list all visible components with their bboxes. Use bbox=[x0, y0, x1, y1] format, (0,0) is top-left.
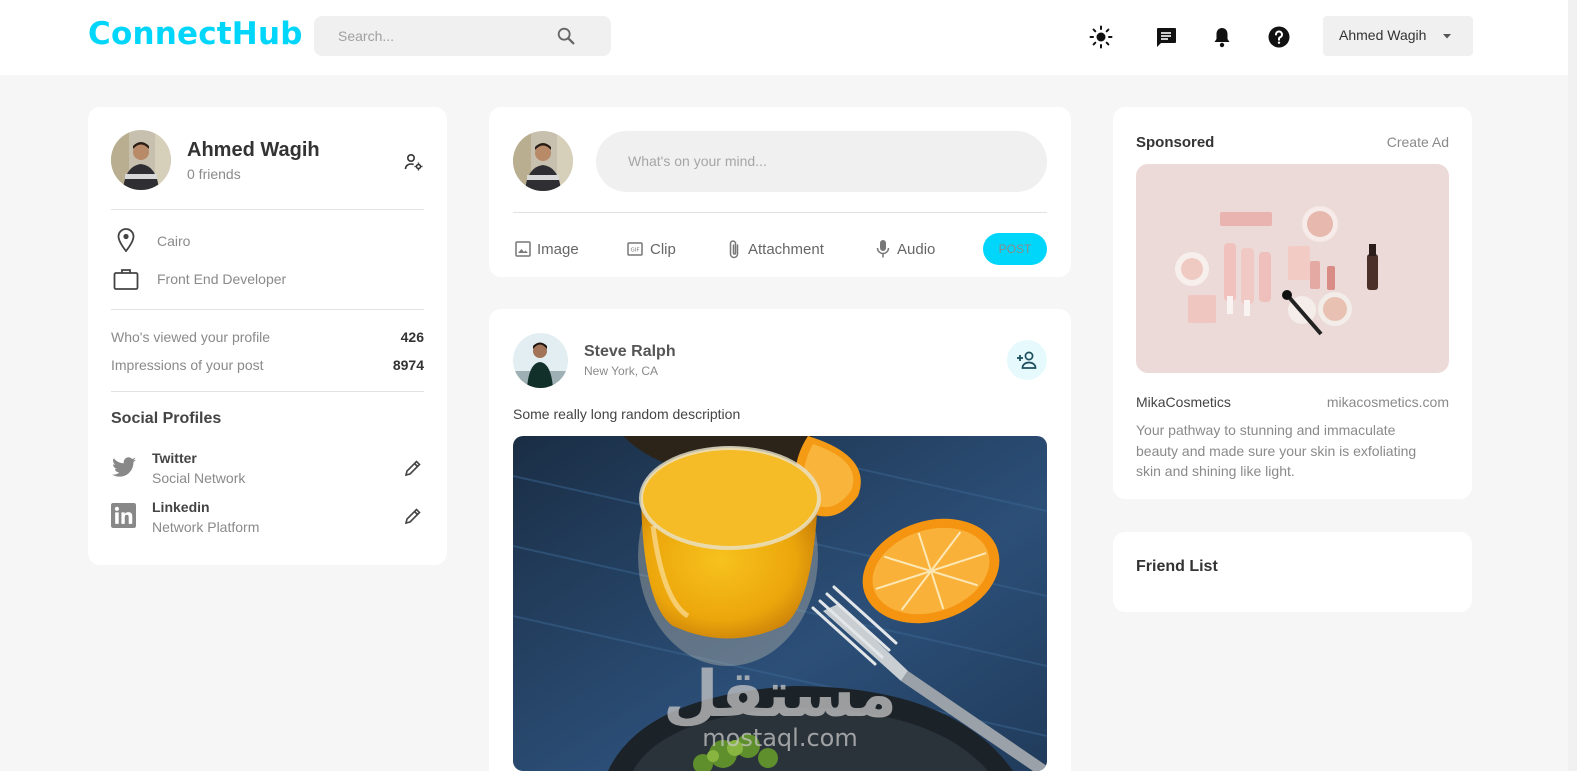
add-clip-button[interactable]: GIF Clip bbox=[626, 237, 686, 261]
divider bbox=[111, 391, 424, 392]
twitter-icon bbox=[112, 457, 136, 477]
microphone-icon bbox=[876, 240, 890, 258]
divider bbox=[111, 309, 424, 310]
manage-account-icon[interactable] bbox=[404, 152, 424, 172]
post-author-avatar[interactable] bbox=[513, 333, 568, 388]
divider bbox=[513, 212, 1047, 213]
search-input[interactable] bbox=[314, 16, 554, 56]
post-composer-card: What's on your mind... Image GIF Clip At… bbox=[489, 107, 1071, 277]
app-logo[interactable]: ConnectHub bbox=[88, 16, 303, 52]
composer-placeholder: What's on your mind... bbox=[628, 153, 767, 169]
profile-occupation: Front End Developer bbox=[157, 271, 287, 287]
social-linkedin-name[interactable]: Linkedin bbox=[152, 499, 210, 515]
feed-post-card: Steve Ralph New York, CA Some really lon… bbox=[489, 309, 1071, 771]
image-label: Image bbox=[537, 241, 579, 258]
user-menu-name: Ahmed Wagih bbox=[1339, 27, 1427, 43]
sponsored-title: Sponsored bbox=[1136, 134, 1215, 151]
profile-avatar[interactable] bbox=[111, 130, 171, 190]
help-icon[interactable] bbox=[1267, 25, 1291, 49]
audio-label: Audio bbox=[897, 241, 936, 258]
add-friend-button[interactable] bbox=[1007, 340, 1047, 380]
attachment-label: Attachment bbox=[748, 241, 824, 258]
watermark-url-text: mostaql.com bbox=[702, 724, 857, 752]
top-navbar: ConnectHub Ahmed Wagih bbox=[0, 0, 1568, 75]
add-person-icon bbox=[1017, 351, 1037, 369]
chevron-down-icon bbox=[1443, 34, 1451, 39]
composer-input[interactable]: What's on your mind... bbox=[596, 131, 1047, 192]
profile-location: Cairo bbox=[157, 233, 191, 249]
profile-card: Ahmed Wagih 0 friends Cairo Front End De… bbox=[88, 107, 447, 565]
page-scrollbar[interactable] bbox=[1568, 0, 1577, 771]
user-menu-dropdown[interactable]: Ahmed Wagih bbox=[1323, 16, 1473, 56]
profile-views-value: 426 bbox=[400, 329, 424, 345]
social-twitter-type: Social Network bbox=[152, 470, 246, 486]
profile-friends-count: 0 friends bbox=[187, 166, 241, 182]
briefcase-icon bbox=[113, 269, 139, 290]
post-image[interactable]: مستقل mostaql.com bbox=[513, 436, 1047, 771]
location-pin-icon bbox=[117, 228, 135, 253]
post-impressions-label: Impressions of your post bbox=[111, 357, 264, 373]
social-twitter-name[interactable]: Twitter bbox=[152, 450, 197, 466]
paperclip-icon bbox=[729, 240, 739, 259]
friend-list-card: Friend List bbox=[1113, 532, 1472, 612]
image-icon bbox=[515, 241, 531, 257]
post-button[interactable]: POST bbox=[983, 233, 1047, 265]
create-ad-link[interactable]: Create Ad bbox=[1387, 134, 1449, 150]
profile-views-label: Who's viewed your profile bbox=[111, 329, 271, 345]
post-impressions-value: 8974 bbox=[392, 357, 424, 373]
notifications-bell-icon[interactable] bbox=[1210, 25, 1234, 49]
add-image-button[interactable]: Image bbox=[513, 237, 583, 261]
svg-text:GIF: GIF bbox=[630, 248, 639, 254]
post-description: Some really long random description bbox=[513, 406, 741, 422]
divider bbox=[111, 209, 424, 210]
post-author-name[interactable]: Steve Ralph bbox=[584, 343, 676, 361]
edit-pencil-icon[interactable] bbox=[404, 459, 422, 477]
edit-pencil-icon[interactable] bbox=[404, 507, 422, 525]
sponsored-description: Your pathway to stunning and immaculate … bbox=[1136, 422, 1417, 479]
add-attachment-button[interactable]: Attachment bbox=[725, 237, 835, 261]
sponsored-card: Sponsored Create Ad MikaCosmetics mikaco… bbox=[1113, 107, 1472, 499]
clip-label: Clip bbox=[650, 241, 676, 258]
sponsored-brand[interactable]: MikaCosmetics bbox=[1136, 394, 1231, 410]
light-mode-icon[interactable] bbox=[1089, 25, 1113, 49]
linkedin-icon bbox=[111, 503, 136, 528]
messages-icon[interactable] bbox=[1154, 25, 1178, 49]
post-author-location: New York, CA bbox=[584, 364, 659, 378]
profile-name[interactable]: Ahmed Wagih bbox=[187, 139, 320, 162]
gif-icon: GIF bbox=[627, 242, 643, 256]
search-icon[interactable] bbox=[555, 25, 577, 47]
watermark-arabic-text: مستقل bbox=[663, 658, 897, 732]
composer-avatar bbox=[513, 131, 573, 191]
social-linkedin-type: Network Platform bbox=[152, 519, 260, 535]
friend-list-title: Friend List bbox=[1136, 558, 1218, 575]
sponsored-image[interactable] bbox=[1136, 164, 1449, 373]
social-profiles-title: Social Profiles bbox=[111, 410, 222, 427]
add-audio-button[interactable]: Audio bbox=[875, 237, 945, 261]
sponsored-url[interactable]: mikacosmetics.com bbox=[1327, 394, 1449, 410]
